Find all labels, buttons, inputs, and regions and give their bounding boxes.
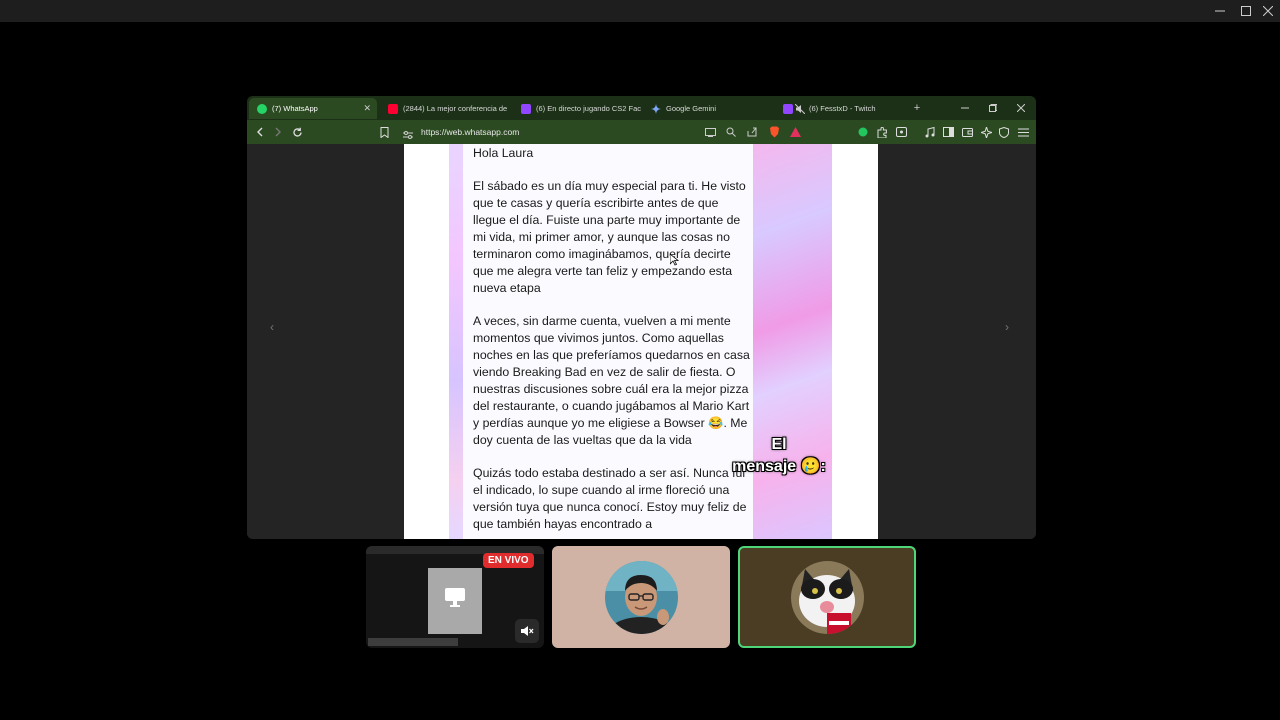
- gemini-icon: [651, 103, 661, 114]
- muted-speaker-icon[interactable]: [515, 619, 539, 643]
- youtube-icon: [388, 103, 398, 114]
- tab-label: (6) FesstxD - Twitch: [809, 104, 876, 113]
- cast-icon[interactable]: [702, 124, 718, 140]
- tab-label: (2844) La mejor conferencia de: [403, 104, 508, 113]
- decorative-gradient-left: [449, 144, 463, 539]
- caption-line: El: [771, 436, 787, 453]
- window-close-icon[interactable]: [1013, 100, 1029, 116]
- forward-icon[interactable]: [270, 124, 286, 140]
- browser-toolbar: https://web.whatsapp.com: [247, 120, 1036, 144]
- close-tab-icon[interactable]: ✕: [363, 103, 371, 114]
- message-greeting: Hola Laura: [473, 146, 534, 160]
- whatsapp-icon: [257, 103, 267, 114]
- avatar: [791, 561, 864, 634]
- next-arrow-icon[interactable]: ›: [1005, 320, 1009, 334]
- close-icon[interactable]: [1254, 0, 1280, 22]
- minimize-icon[interactable]: [1206, 0, 1234, 22]
- sidebar-icon[interactable]: [940, 124, 956, 140]
- message-paragraph: Quizás todo estaba destinado a ser así. …: [473, 466, 747, 531]
- extension-status-icon[interactable]: [855, 124, 871, 140]
- window-minimize-icon[interactable]: [957, 100, 973, 116]
- mouse-cursor-icon: [669, 253, 680, 271]
- wallet-icon[interactable]: [959, 124, 975, 140]
- os-title-bar: [0, 0, 1280, 22]
- message-text: Hola Laura El sábado es un día muy espec…: [473, 145, 751, 539]
- back-icon[interactable]: [252, 124, 268, 140]
- twitch-icon: [783, 103, 793, 114]
- music-icon[interactable]: [922, 124, 938, 140]
- tab-twitch-cs2[interactable]: (6) En directo jugando CS2 Fac: [513, 98, 641, 119]
- message-paragraph: A veces, sin darme cuenta, vuelven a mi …: [473, 314, 750, 447]
- bookmark-icon[interactable]: [376, 124, 392, 140]
- tab-youtube[interactable]: (2844) La mejor conferencia de: [380, 98, 508, 119]
- zoom-icon[interactable]: [723, 124, 739, 140]
- shield-icon[interactable]: [996, 124, 1012, 140]
- brave-rewards-icon[interactable]: [787, 124, 803, 140]
- tab-gemini[interactable]: Google Gemini: [643, 98, 771, 119]
- avatar: [605, 561, 678, 634]
- tab-twitch-fesstxd[interactable]: (6) FesstxD - Twitch: [775, 98, 905, 119]
- live-badge: EN VIVO: [483, 553, 534, 568]
- shared-video: Hola Laura El sábado es un día muy espec…: [404, 144, 878, 539]
- muted-speaker-icon[interactable]: [794, 103, 806, 114]
- twitch-icon: [521, 103, 531, 114]
- extensions-icon[interactable]: [874, 124, 890, 140]
- vpn-icon[interactable]: [893, 124, 909, 140]
- new-tab-button[interactable]: +: [909, 100, 925, 116]
- tab-whatsapp[interactable]: (7) WhatsApp ✕: [249, 98, 377, 119]
- menu-icon[interactable]: [1015, 124, 1031, 140]
- tab-label: (7) WhatsApp: [272, 104, 318, 113]
- message-paragraph: El sábado es un día muy especial para ti…: [473, 179, 746, 295]
- previous-arrow-icon[interactable]: ‹: [270, 320, 274, 334]
- tab-label: (6) En directo jugando CS2 Fac: [536, 104, 641, 113]
- page-content: ‹ › Hola Laura El sábado es un día muy e…: [247, 144, 1036, 539]
- reload-icon[interactable]: [289, 124, 305, 140]
- url-text: https://web.whatsapp.com: [421, 127, 520, 137]
- tab-strip: (7) WhatsApp ✕ (2844) La mejor conferenc…: [247, 96, 1036, 120]
- window-restore-icon[interactable]: [985, 100, 1001, 116]
- brave-shields-icon[interactable]: [766, 124, 782, 140]
- screen-share-icon: [444, 586, 466, 613]
- leo-ai-icon[interactable]: [978, 124, 994, 140]
- share-icon[interactable]: [744, 124, 760, 140]
- caption-line: mensaje 🥲:: [732, 458, 826, 475]
- video-caption: El mensaje 🥲:: [724, 434, 834, 478]
- site-settings-icon[interactable]: [403, 127, 413, 145]
- tab-label: Google Gemini: [666, 104, 717, 113]
- decorative-gradient-right: [753, 144, 832, 539]
- thumbnail-taskbar: [368, 638, 458, 646]
- browser-window: (7) WhatsApp ✕ (2844) La mejor conferenc…: [247, 96, 1036, 539]
